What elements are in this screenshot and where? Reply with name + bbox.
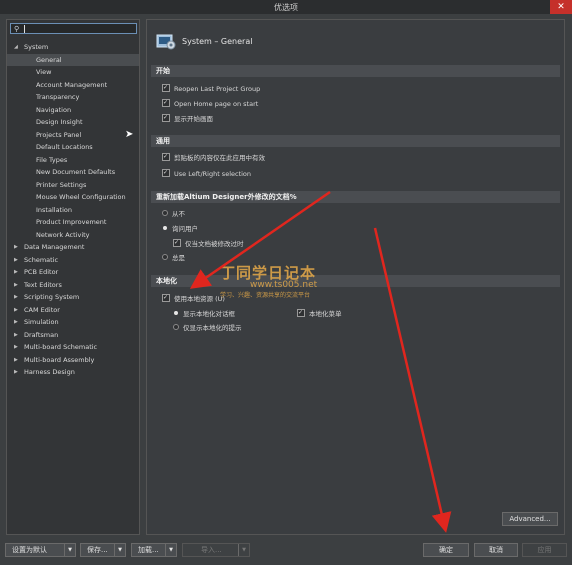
cancel-button[interactable]: 取消: [474, 543, 518, 557]
apply-button[interactable]: 应用: [522, 543, 567, 557]
load-button[interactable]: 加载... ▼: [131, 543, 177, 557]
chevron-down-icon[interactable]: ▼: [238, 544, 249, 556]
arrow-to-localization: [189, 190, 331, 289]
chevron-down-icon[interactable]: ▼: [64, 544, 75, 556]
chevron-down-icon[interactable]: ▼: [114, 544, 125, 556]
set-default-button[interactable]: 设置为默认 ▼: [5, 543, 76, 557]
annotation-arrows: [189, 190, 452, 533]
ok-button[interactable]: 确定: [423, 543, 469, 557]
arrow-to-ok-button: [373, 227, 452, 533]
chevron-down-icon[interactable]: ▼: [165, 544, 176, 556]
save-button[interactable]: 保存... ▼: [80, 543, 126, 557]
import-button[interactable]: 导入... ▼: [182, 543, 250, 557]
